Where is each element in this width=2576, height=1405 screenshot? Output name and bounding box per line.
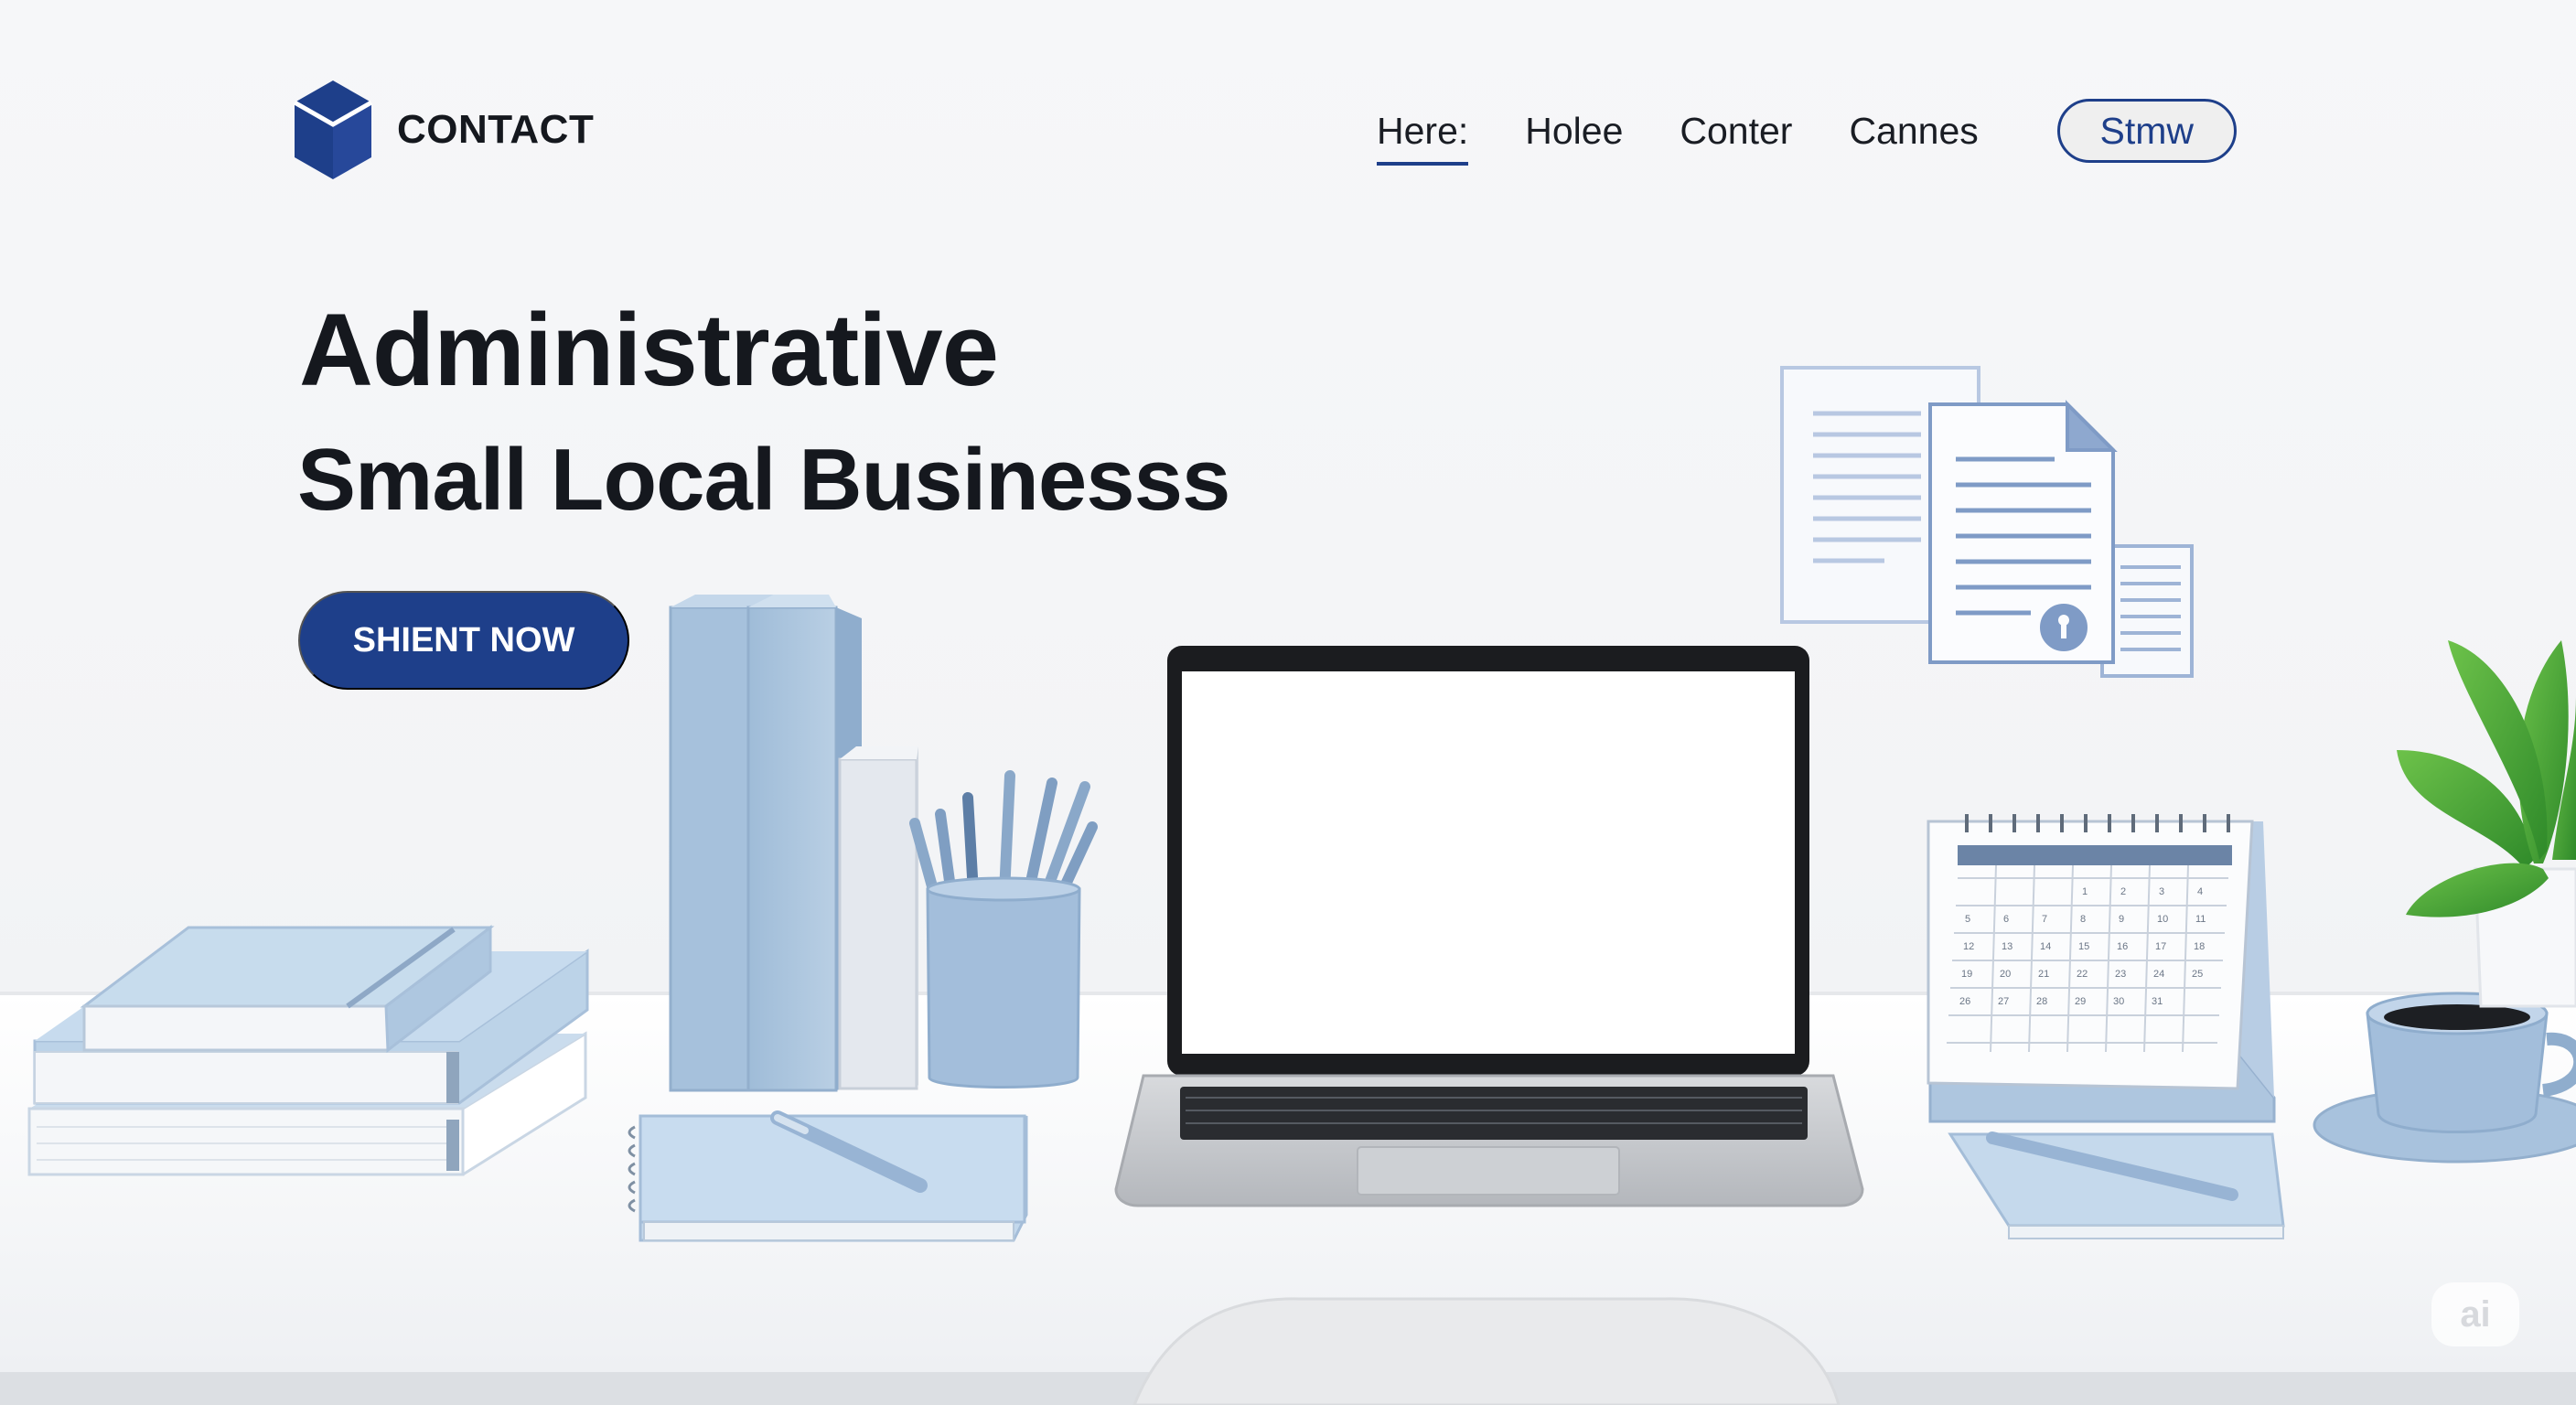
binders [669,595,918,1092]
nav-link-conter[interactable]: Conter [1680,110,1792,153]
hero-title: Administrative [299,293,999,407]
calendar-day: 11 [2195,914,2206,925]
notebooks-stack [27,924,589,1176]
nav-action-button[interactable]: Stmw [2056,99,2237,163]
calendar-day: 5 [1965,914,1970,925]
calendar-day: 30 [2113,996,2124,1007]
pen-cup [909,770,1098,1089]
calendar-day: 28 [2036,996,2047,1007]
calendar-day: 29 [2075,996,2086,1007]
calendar-day: 17 [2155,941,2166,952]
nav-link-cannes[interactable]: Cannes [1849,110,1978,153]
calendar-day: 10 [2157,914,2168,925]
desk-calendar: 1 2 3 45 6 7 8 9 10 1112 13 14 15 16 17 1819 20 21 22 23 24 2… [1927,814,2276,1123]
calendar-day: 26 [1959,996,1970,1007]
calendar-day: 9 [2119,914,2124,925]
laptop [1114,646,1864,1207]
brand-name: CONTACT [397,107,595,152]
calendar-day: 24 [2153,969,2164,980]
calendar-day: 20 [2000,969,2011,980]
calendar-day: 15 [2078,941,2089,952]
nav-link-here[interactable]: Here: [1377,110,1469,166]
calendar-day: 8 [2080,914,2086,925]
cube-icon [293,80,373,179]
calendar-day: 3 [2159,886,2164,897]
chair-back [1132,1297,1841,1405]
cta-button[interactable]: SHIENT NOW [298,591,629,690]
calendar-day: 31 [2152,996,2163,1007]
document-stack-icon [1780,366,2194,678]
calendar-day: 22 [2077,969,2088,980]
calendar-day: 12 [1963,941,1974,952]
ai-watermark-badge: ai [2431,1282,2519,1346]
calendar-day: 2 [2120,886,2126,897]
calendar-day: 21 [2038,969,2049,980]
calendar-day: 14 [2040,941,2051,952]
calendar-day: 7 [2042,914,2047,925]
calendar-day: 19 [1961,969,1972,980]
nav-link-holee[interactable]: Holee [1525,110,1623,153]
calendar-day: 6 [2003,914,2009,925]
spiral-notebook [628,1110,1028,1242]
calendar-day: 13 [2002,941,2012,952]
workspace-illustration: 1 2 3 45 6 7 8 9 10 1112 13 14 15 16 17 1819 20 21 22 23 24 2… [0,366,2576,1405]
plant [2397,640,2576,1008]
calendar-day: 1 [2082,886,2088,897]
calendar-day: 23 [2115,969,2126,980]
calendar-day: 18 [2194,941,2205,952]
calendar-day: 25 [2192,969,2203,980]
calendar-day: 27 [1998,996,2009,1007]
main-nav: Here: Holee Conter Cannes Stmw [1377,99,2237,166]
hero-subtitle: Small Local Businesss [297,431,1230,529]
calendar-day: 4 [2197,886,2203,897]
calendar-day: 16 [2117,941,2128,952]
brand-logo[interactable]: CONTACT [291,77,594,183]
